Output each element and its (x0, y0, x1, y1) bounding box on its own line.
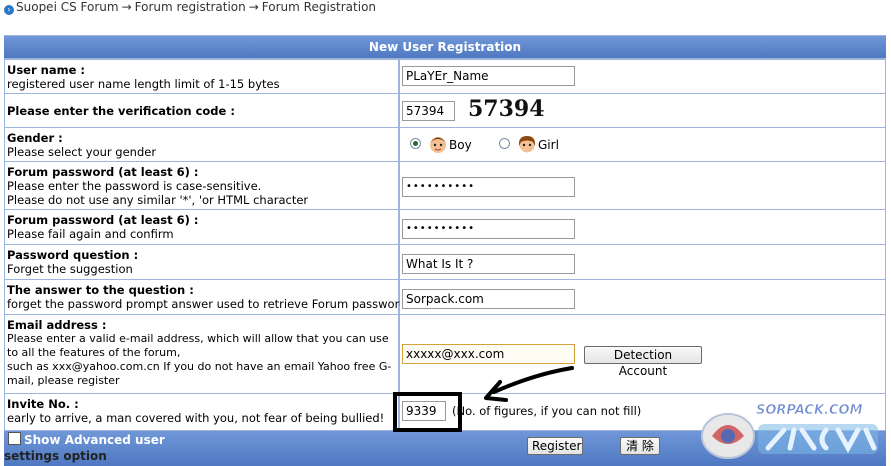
form-title: New User Registration (4, 36, 886, 58)
breadcrumb-item-forum[interactable]: Suopei CS Forum (16, 0, 119, 14)
password-hint-1: Please enter the password is case-sensit… (7, 179, 262, 193)
watermark-text: SORPACK.COM (756, 403, 863, 418)
gender-boy-label[interactable]: Boy (449, 138, 472, 152)
advanced-options-toggle[interactable]: Show Advanced user (8, 432, 173, 448)
email-hint-2: to all the features of the forum, (7, 346, 181, 359)
clear-button[interactable]: 清 除 (620, 437, 660, 455)
boy-avatar-icon (430, 137, 446, 153)
invite-hint: early to arrive, a man covered with you,… (7, 411, 385, 425)
gender-hint: Please select your gender (7, 145, 157, 159)
email-hint-1: Please enter a valid e-mail address, whi… (7, 332, 389, 345)
detection-account-button[interactable]: Detection Account (584, 346, 702, 378)
email-hint-3: such as xxx@yahoo.com.cn If you do not h… (7, 360, 392, 373)
username-label: User name : (7, 63, 85, 77)
row-verification: Please enter the verification code : 573… (4, 93, 886, 127)
breadcrumb-bullet-icon: › (4, 5, 14, 15)
row-username: User name : registered user name length … (4, 59, 886, 93)
answer-label: The answer to the question : (7, 283, 194, 297)
breadcrumb-separator: → (121, 0, 132, 14)
email-hint-4: mail, please register (7, 374, 120, 387)
question-label: Password question : (7, 248, 139, 262)
verification-label: Please enter the verification code : (7, 104, 235, 118)
girl-avatar-icon (518, 136, 536, 153)
answer-input[interactable]: Sorpack.com (402, 289, 575, 309)
annotation-box (393, 392, 462, 432)
sorpack-watermark-logo: SORPACK.COM (701, 403, 878, 459)
verification-input[interactable]: 57394 (402, 101, 455, 121)
breadcrumb-separator: → (248, 0, 259, 14)
gender-boy-radio[interactable] (410, 138, 421, 149)
row-answer: The answer to the question : forget the … (4, 279, 886, 314)
register-button[interactable]: Register (527, 437, 583, 455)
password-confirm-input[interactable]: •••••••••• (402, 219, 575, 239)
question-hint: Forget the suggestion (7, 262, 133, 276)
row-gender: Gender : Please select your gender Boy G… (4, 127, 886, 161)
password-input[interactable]: •••••••••• (402, 177, 575, 197)
gender-girl-radio[interactable] (499, 138, 510, 149)
password-hint-2: Please do not use any similar '*', 'or H… (7, 193, 309, 207)
captcha-text: 57394 (468, 96, 545, 122)
password-confirm-hint: Please fail again and confirm (7, 227, 174, 241)
advanced-sublabel: settings option (4, 449, 107, 463)
captcha-image: 57394 (468, 96, 545, 122)
annotation-arrow-icon (484, 366, 574, 402)
invite-label: Invite No. : (7, 397, 79, 411)
password-confirm-label: Forum password (at least 6) : (7, 213, 199, 227)
username-input[interactable]: PLaYEr_Name (402, 66, 575, 86)
breadcrumb: › Suopei CS Forum → Forum registration → Foru… (4, 0, 376, 18)
answer-hint: forget the password prompt answer used t… (7, 297, 407, 311)
row-password: Forum password (at least 6) : Please ent… (4, 161, 886, 209)
row-password-question: Password question : Forget the suggestio… (4, 244, 886, 279)
username-hint: registered user name length limit of 1-1… (7, 77, 280, 91)
row-email: Email address : Please enter a valid e-m… (4, 314, 886, 393)
row-password-confirm: Forum password (at least 6) : Please fai… (4, 209, 886, 244)
gender-girl-label[interactable]: Girl (538, 138, 559, 152)
question-input[interactable]: What Is It ? (402, 254, 575, 274)
advanced-label: Show Advanced user (24, 433, 165, 447)
breadcrumb-item-registration[interactable]: Forum registration (135, 0, 246, 14)
gender-label: Gender : (7, 131, 63, 145)
password-label: Forum password (at least 6) : (7, 165, 199, 179)
breadcrumb-item-current: Forum Registration (261, 0, 377, 14)
email-label: Email address : (7, 318, 107, 332)
advanced-checkbox[interactable] (8, 432, 21, 445)
